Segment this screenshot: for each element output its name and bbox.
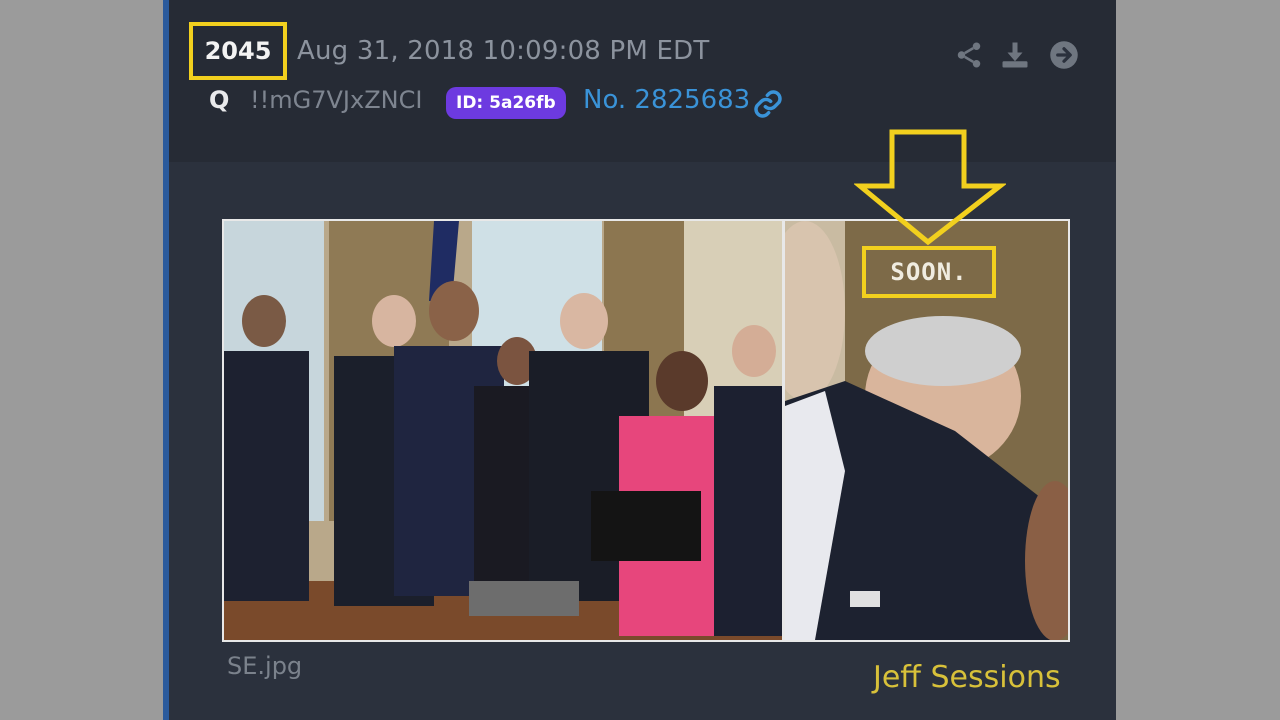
author-name: Q [209,86,230,114]
share-icon[interactable] [954,40,984,70]
post-number-link[interactable]: No. 2825683 [583,85,750,115]
tripcode: !!mG7VJxZNCI [250,86,423,114]
down-arrow-annotation [854,129,1006,246]
video-frame: 2045 Aug 31, 2018 10:09:08 PM EDT Q !!mG… [0,0,1280,720]
soon-overlay-text: SOON. [862,246,996,298]
poster-id-badge[interactable]: ID: 5a26fb [446,87,566,119]
arrow-right-circle-icon[interactable] [1049,40,1079,70]
link-icon[interactable] [752,88,784,120]
post-date: Aug 31, 2018 10:09:08 PM EDT [297,36,710,66]
photo-left-group [224,221,782,640]
image-caption-overlay: Jeff Sessions [873,660,1061,695]
post-number-highlighted[interactable]: 2045 [189,22,287,80]
post-card: 2045 Aug 31, 2018 10:09:08 PM EDT Q !!mG… [163,0,1116,720]
image-file-name[interactable]: SE.jpg [227,652,302,680]
download-icon[interactable] [1000,40,1030,70]
